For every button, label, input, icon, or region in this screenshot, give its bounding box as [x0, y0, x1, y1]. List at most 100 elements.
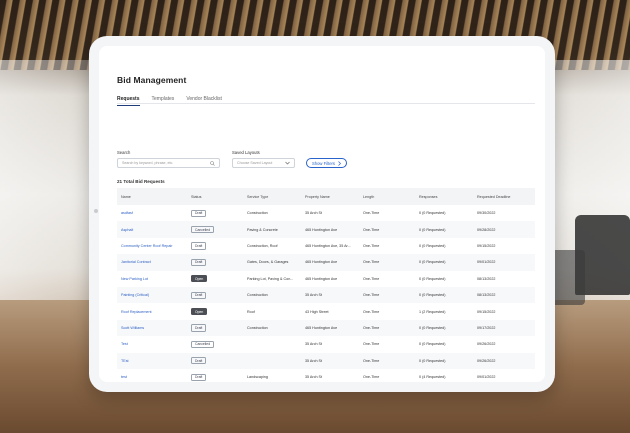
cell-responses: 0 (0 Requested): [419, 227, 446, 232]
status-badge: Open: [191, 307, 208, 316]
cell-service-type: Gates, Doors, & Garages: [247, 260, 289, 265]
table-row[interactable]: New Parking Lot Open Parking Lot, Paving &…: [117, 271, 535, 287]
tab-vendor-blacklist[interactable]: Vendor Blacklist: [186, 96, 222, 106]
cell-property-name: 35 Arch St: [305, 375, 323, 380]
cell-length: One-Time: [363, 227, 380, 232]
cell-requested-deadline: 09/30/2022: [473, 205, 535, 221]
cell-name: Community Center Roof Repair: [117, 238, 187, 254]
cell-requested-deadline: 09/26/2022: [477, 358, 496, 363]
cell-responses: 0 (0 Requested): [419, 293, 446, 298]
cell-name[interactable]: Community Center Roof Repair: [121, 244, 172, 248]
table-row[interactable]: Test Cancelled 35 Arch St One-Time 0 (0 Requ…: [117, 336, 535, 352]
col-header-responses[interactable]: Responses: [415, 188, 473, 205]
cell-length: One-Time: [363, 375, 380, 380]
cell-requested-deadline: 08/13/2022: [473, 286, 535, 304]
table-row[interactable]: Scott Williams Draft Construction 465 Hunti…: [117, 319, 535, 337]
cell-name[interactable]: test: [121, 375, 127, 379]
table-header-row: Name Status Service Type Property Name L…: [117, 188, 535, 205]
cell-name[interactable]: TEst: [121, 359, 129, 363]
saved-layouts-select[interactable]: Choose Saved Layout: [232, 158, 295, 168]
cell-property-name: 465 Huntington Ave: [305, 260, 338, 265]
cell-status: Open: [187, 303, 243, 319]
table-row[interactable]: Janitorial Contract Draft Gates, Doors, & …: [117, 254, 535, 271]
cell-requested-deadline: 09/01/2022: [473, 254, 535, 271]
tab-requests[interactable]: Requests: [117, 96, 140, 106]
col-header-service-type[interactable]: Service Type: [243, 188, 301, 205]
cell-status: Draft: [187, 352, 243, 369]
cell-requested-deadline: 09/01/2022: [473, 369, 535, 382]
cell-responses: 0 (0 Requested): [415, 271, 473, 287]
cell-property-name: 465 Huntington Ave: [301, 221, 359, 238]
cell-service-type: Roof: [243, 303, 301, 319]
tablet-device: Bid Management Requests Templates Vendor…: [89, 36, 555, 392]
status-badge: Cancelled: [191, 225, 215, 234]
table-row[interactable]: Roof Replacement Open Roof 43 High Street On…: [117, 303, 535, 319]
col-header-status[interactable]: Status: [187, 188, 243, 205]
total-bid-requests: 21 Total Bid Requests: [117, 179, 165, 184]
cell-property-name: 465 Huntington Ave: [305, 227, 338, 232]
app-screen: Bid Management Requests Templates Vendor…: [99, 46, 545, 382]
table-row[interactable]: Painting (Critical) Draft Construction 35 A…: [117, 286, 535, 304]
cell-requested-deadline: 08/13/2022: [473, 271, 535, 287]
tabs-divider: [117, 103, 535, 104]
cell-responses: 0 (0 Requested): [415, 352, 473, 369]
cell-length: One-Time: [363, 325, 380, 330]
cell-service-type: Roof: [247, 309, 255, 314]
cell-name[interactable]: New Parking Lot: [121, 277, 148, 281]
col-header-name[interactable]: Name: [117, 188, 187, 205]
cell-name: Scott Williams: [117, 319, 187, 337]
status-badge: Draft: [191, 324, 207, 332]
cell-name[interactable]: Test: [121, 342, 128, 346]
cell-service-type: Parking Lot, Paving & Con...: [247, 276, 294, 281]
cell-responses: 0 (4 Requested): [415, 369, 473, 382]
cell-service-type: Landscaping: [247, 375, 268, 380]
cell-length: One-Time: [359, 286, 415, 304]
table-row[interactable]: asdfasf Draft Construction 35 Arch St One-Ti…: [117, 205, 535, 221]
col-header-length[interactable]: Length: [359, 188, 415, 205]
col-header-property-name[interactable]: Property Name: [301, 188, 359, 205]
cell-requested-deadline: 09/30/2022: [477, 211, 496, 216]
tab-bar: Requests Templates Vendor Blacklist: [117, 96, 222, 106]
table-row[interactable]: Community Center Roof Repair Draft Constru…: [117, 238, 535, 254]
cell-responses: 0 (0 Requested): [419, 243, 446, 248]
saved-layouts-label: Saved Layouts: [232, 150, 260, 155]
show-filters-button[interactable]: Show Filters: [306, 158, 347, 168]
show-filters-label: Show Filters: [311, 160, 336, 166]
cell-service-type: [243, 336, 301, 352]
cell-length: One-Time: [363, 293, 380, 298]
cell-name[interactable]: Janitorial Contract: [121, 260, 151, 264]
cell-name[interactable]: Asphalt: [121, 228, 133, 232]
tab-templates[interactable]: Templates: [152, 96, 175, 106]
cell-requested-deadline: 09/17/2022: [477, 325, 496, 330]
cell-name: TEst: [117, 352, 187, 369]
table-row[interactable]: test Draft Landscaping 35 Arch St One-Time 0 …: [117, 369, 535, 382]
cell-service-type: Paving & Concrete: [247, 227, 278, 232]
cell-property-name: 35 Arch St: [305, 342, 323, 347]
cell-name[interactable]: Painting (Critical): [121, 293, 149, 297]
cell-length: One-Time: [359, 254, 415, 271]
cell-responses: 0 (0 Requested): [419, 260, 446, 265]
cell-property-name: 35 Arch St: [301, 352, 359, 369]
cell-name[interactable]: Roof Replacement: [121, 310, 152, 314]
col-header-requested-deadline[interactable]: Requested Deadline: [473, 188, 535, 205]
cell-status: Draft: [187, 369, 243, 382]
cell-service-type: Construction, Roof: [247, 243, 278, 248]
table-row[interactable]: Asphalt Cancelled Paving & Concrete 465 Hun…: [117, 221, 535, 238]
chevron-right-icon: [338, 160, 341, 166]
cell-status: Cancelled: [187, 221, 243, 238]
cell-service-type: Construction: [243, 286, 301, 304]
cell-name: Asphalt: [117, 221, 187, 238]
cell-responses: 0 (0 Requested): [415, 336, 473, 352]
cell-requested-deadline: 08/13/2022: [477, 293, 496, 298]
cell-responses: 0 (0 Requested): [415, 205, 473, 221]
search-input[interactable]: Search by keyword, phrase, etc.: [117, 158, 220, 168]
table-row[interactable]: TEst Draft 35 Arch St One-Time 0 (0 Requeste…: [117, 352, 535, 369]
cell-requested-deadline: 09/15/2022: [477, 309, 496, 314]
cell-status: Open: [187, 271, 243, 287]
cell-name: New Parking Lot: [117, 271, 187, 287]
search-placeholder: Search by keyword, phrase, etc.: [122, 161, 174, 165]
cell-name[interactable]: asdfasf: [121, 211, 133, 215]
cell-length: One-Time: [359, 369, 415, 382]
cell-name[interactable]: Scott Williams: [121, 326, 144, 330]
cell-service-type: Parking Lot, Paving & Con...: [243, 271, 301, 287]
